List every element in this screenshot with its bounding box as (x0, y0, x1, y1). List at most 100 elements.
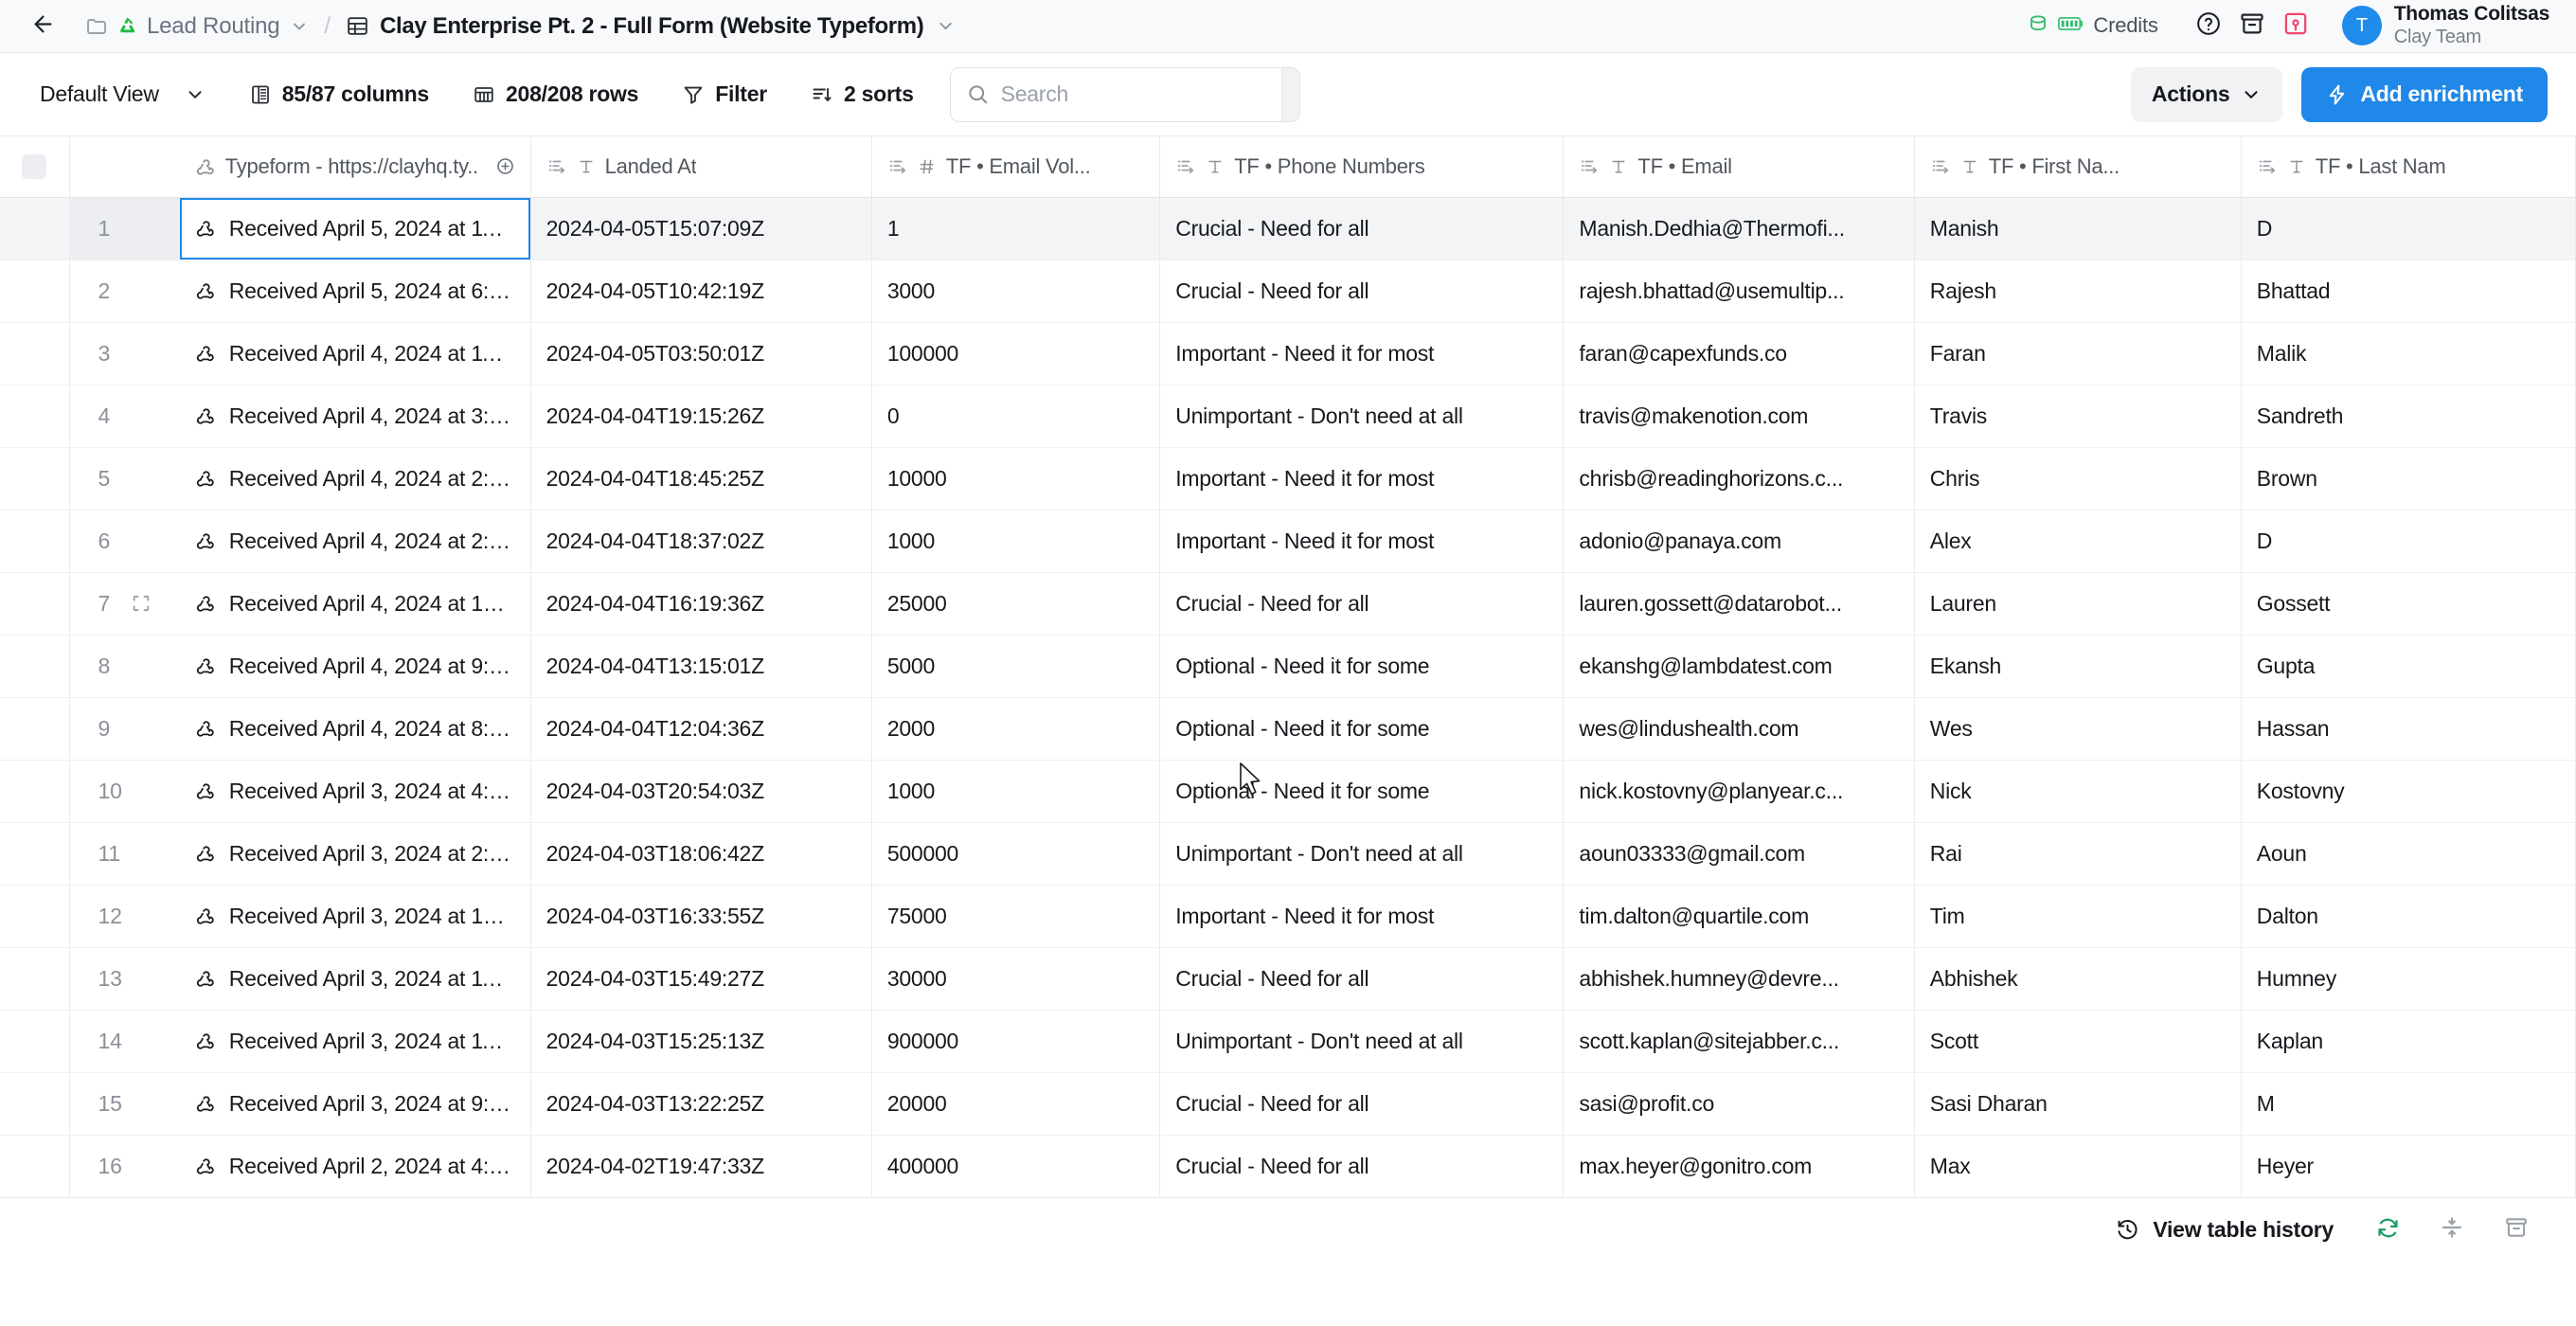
row-select-cell[interactable] (0, 447, 70, 511)
cell-source[interactable]: Received April 4, 2024 at 9:17 ... (179, 635, 531, 698)
cell-first-name[interactable]: Travis (1914, 385, 2242, 448)
table-row[interactable]: 6 Received April 4, 2024 at 2:39... 2024-0… (0, 510, 2576, 573)
cell-phone-numbers[interactable]: Crucial - Need for all (1159, 197, 1565, 260)
cell-last-name[interactable]: Kostovny (2241, 760, 2576, 823)
cell-source[interactable]: Received April 3, 2024 at 9:24... (179, 1072, 531, 1136)
row-select-cell[interactable] (0, 635, 70, 698)
table-row[interactable]: 10 Received April 3, 2024 at 4:55... 2024-… (0, 760, 2576, 823)
cell-email-volume[interactable]: 75000 (871, 885, 1161, 948)
cell-email-volume[interactable]: 500000 (871, 822, 1161, 886)
cell-first-name[interactable]: Ekansh (1914, 635, 2242, 698)
cell-email[interactable]: faran@capexfunds.co (1563, 322, 1915, 385)
table-row[interactable]: 4 Received April 4, 2024 at 3:17 ... 2024-… (0, 385, 2576, 448)
row-select-cell[interactable] (0, 822, 70, 886)
add-enrichment-button[interactable]: Add enrichment (2301, 66, 2548, 122)
column-header-last-name[interactable]: TF • Last Nam (2241, 136, 2576, 198)
cell-first-name[interactable]: Nick (1914, 760, 2242, 823)
column-header-email-volume[interactable]: TF • Email Vol... (871, 136, 1161, 198)
cell-landed-at[interactable]: 2024-04-04T18:45:25Z (530, 447, 872, 511)
cell-landed-at[interactable]: 2024-04-04T13:15:01Z (530, 635, 872, 698)
refresh-button[interactable] (2364, 1208, 2411, 1253)
column-header-landed-at[interactable]: Landed At (530, 136, 872, 198)
chevron-down-icon[interactable] (936, 16, 956, 36)
cell-email[interactable]: wes@lindushealth.com (1563, 697, 1915, 761)
cell-email-volume[interactable]: 900000 (871, 1010, 1161, 1073)
cell-phone-numbers[interactable]: Crucial - Need for all (1159, 1135, 1565, 1198)
cell-first-name[interactable]: Chris (1914, 447, 2242, 511)
select-all-checkbox[interactable] (22, 153, 47, 179)
cell-phone-numbers[interactable]: Important - Need it for most (1159, 885, 1565, 948)
cell-phone-numbers[interactable]: Crucial - Need for all (1159, 1072, 1565, 1136)
cell-phone-numbers[interactable]: Optional - Need it for some (1159, 635, 1565, 698)
cell-email[interactable]: adonio@panaya.com (1563, 510, 1915, 573)
cell-source[interactable]: Received April 5, 2024 at 6:44... (179, 260, 531, 323)
column-header-source[interactable]: Typeform - https://clayhq.ty.. (179, 136, 531, 198)
cell-email-volume[interactable]: 20000 (871, 1072, 1161, 1136)
cell-source[interactable]: Received April 3, 2024 at 2:08... (179, 822, 531, 886)
cell-email[interactable]: chrisb@readinghorizons.c... (1563, 447, 1915, 511)
table-row[interactable]: 3 Received April 4, 2024 at 11:51... 2024-… (0, 322, 2576, 385)
cell-last-name[interactable]: Gupta (2241, 635, 2576, 698)
cell-last-name[interactable]: Aoun (2241, 822, 2576, 886)
cell-email-volume[interactable]: 1 (871, 197, 1161, 260)
columns-button[interactable]: 85/87 columns (238, 71, 440, 118)
rows-button[interactable]: 208/208 rows (461, 71, 650, 118)
cell-first-name[interactable]: Tim (1914, 885, 2242, 948)
cell-first-name[interactable]: Rajesh (1914, 260, 2242, 323)
select-all-header[interactable] (0, 136, 70, 198)
cell-last-name[interactable]: Humney (2241, 947, 2576, 1011)
row-select-cell[interactable] (0, 385, 70, 448)
cell-source[interactable]: Received April 5, 2024 at 11:0... (179, 197, 531, 260)
row-select-cell[interactable] (0, 1072, 70, 1136)
table-row[interactable]: 9 Received April 4, 2024 at 8:05... 2024-0… (0, 697, 2576, 761)
cell-email-volume[interactable]: 100000 (871, 322, 1161, 385)
cell-phone-numbers[interactable]: Crucial - Need for all (1159, 572, 1565, 636)
cell-first-name[interactable]: Wes (1914, 697, 2242, 761)
row-select-cell[interactable] (0, 572, 70, 636)
cell-phone-numbers[interactable]: Important - Need it for most (1159, 447, 1565, 511)
cell-last-name[interactable]: Kaplan (2241, 1010, 2576, 1073)
cell-landed-at[interactable]: 2024-04-03T18:06:42Z (530, 822, 872, 886)
table-row[interactable]: 14 Received April 3, 2024 at 11:2... 2024-… (0, 1010, 2576, 1073)
breadcrumb-document[interactable]: Clay Enterprise Pt. 2 - Full Form (Websi… (346, 13, 956, 40)
cell-landed-at[interactable]: 2024-04-03T20:54:03Z (530, 760, 872, 823)
cell-source[interactable]: Received April 3, 2024 at 11:5... (179, 947, 531, 1011)
cell-source[interactable]: Received April 4, 2024 at 12:2... (179, 572, 531, 636)
search-box[interactable]: Search (949, 66, 1300, 122)
cell-source[interactable]: Received April 2, 2024 at 4:01 ... (179, 1135, 531, 1198)
table-row[interactable]: 2 Received April 5, 2024 at 6:44... 2024-0… (0, 260, 2576, 323)
cell-email[interactable]: abhishek.humney@devre... (1563, 947, 1915, 1011)
cell-first-name[interactable]: Sasi Dharan (1914, 1072, 2242, 1136)
cell-landed-at[interactable]: 2024-04-02T19:47:33Z (530, 1135, 872, 1198)
cell-source[interactable]: Received April 4, 2024 at 11:51... (179, 322, 531, 385)
cell-last-name[interactable]: Brown (2241, 447, 2576, 511)
cell-landed-at[interactable]: 2024-04-03T16:33:55Z (530, 885, 872, 948)
cell-email-volume[interactable]: 5000 (871, 635, 1161, 698)
cell-email[interactable]: scott.kaplan@sitejabber.c... (1563, 1010, 1915, 1073)
cell-last-name[interactable]: Hassan (2241, 697, 2576, 761)
search-input[interactable] (1000, 81, 1281, 107)
table-row[interactable]: 7 Received April 4, 2024 at 12:2... 2024-0… (0, 572, 2576, 636)
cell-last-name[interactable]: Dalton (2241, 885, 2576, 948)
cell-phone-numbers[interactable]: Optional - Need it for some (1159, 697, 1565, 761)
cell-last-name[interactable]: Gossett (2241, 572, 2576, 636)
row-select-cell[interactable] (0, 322, 70, 385)
column-header-email[interactable]: TF • Email (1563, 136, 1915, 198)
cell-phone-numbers[interactable]: Important - Need it for most (1159, 322, 1565, 385)
cell-first-name[interactable]: Scott (1914, 1010, 2242, 1073)
cell-email-volume[interactable]: 3000 (871, 260, 1161, 323)
archive-button[interactable] (2493, 1208, 2540, 1253)
cell-email-volume[interactable]: 1000 (871, 510, 1161, 573)
cell-first-name[interactable]: Abhishek (1914, 947, 2242, 1011)
row-select-cell[interactable] (0, 885, 70, 948)
feedback-button[interactable] (2274, 4, 2317, 47)
cell-phone-numbers[interactable]: Unimportant - Don't need at all (1159, 822, 1565, 886)
table-row[interactable]: 16 Received April 2, 2024 at 4:01 ... 2024… (0, 1135, 2576, 1198)
cell-email[interactable]: tim.dalton@quartile.com (1563, 885, 1915, 948)
cell-landed-at[interactable]: 2024-04-03T15:25:13Z (530, 1010, 872, 1073)
cell-phone-numbers[interactable]: Important - Need it for most (1159, 510, 1565, 573)
row-select-cell[interactable] (0, 197, 70, 260)
add-column-icon[interactable] (495, 156, 515, 176)
cell-email[interactable]: Manish.Dedhia@Thermofi... (1563, 197, 1915, 260)
collapse-rows-button[interactable] (2428, 1208, 2476, 1253)
